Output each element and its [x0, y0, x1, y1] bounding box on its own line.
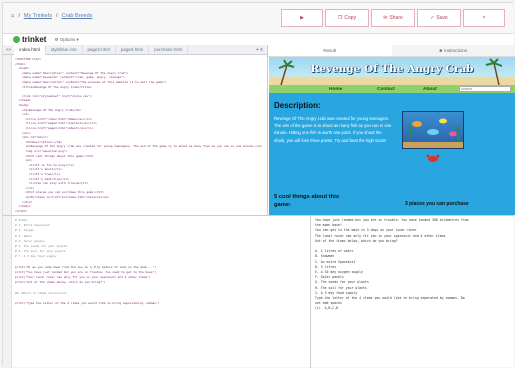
aquarium-game-picture — [403, 118, 463, 148]
save-label: Save — [436, 15, 448, 21]
aquarium-image — [402, 111, 464, 149]
python-code-line: # 5- The seeds for your plants — [15, 244, 68, 248]
description-text: Revenge Of The Angry crab was created fo… — [274, 116, 392, 143]
purchase-heading: 3 places you can purchase — [405, 201, 469, 207]
nav-home[interactable]: Home — [329, 87, 342, 92]
options-menu[interactable]: ⚙ Options ▾ — [54, 37, 78, 43]
cool-things-heading: 5 cool things about this game: — [274, 194, 340, 208]
python-code-line: # 2- Oxygen — [15, 228, 35, 233]
trinket-logo-icon — [13, 36, 20, 43]
python-code-line: print("Type the letter of the 4 items yo… — [15, 301, 160, 306]
python-code-line: # 4- Solar panels — [15, 238, 45, 243]
breadcrumb-separator: / — [18, 13, 20, 19]
breadcrumb-separator: / — [55, 13, 58, 19]
python-code-line: # Items — [15, 218, 28, 222]
website-preview: Revenge Of The Angry Crab Home Contact A… — [269, 57, 515, 215]
gear-icon: ⚙ — [54, 36, 59, 42]
console-output[interactable]: You have just landed but you are in trou… — [310, 216, 514, 368]
instructions-tab-label: Instructions — [444, 48, 468, 53]
result-pane: Result ■ Instructions Revenge Of The Angr… — [267, 45, 515, 215]
code-editor[interactable]: <!DOCTYPE html> <html> <head> <meta name=… — [3, 55, 267, 215]
breadcrumb-current[interactable]: Crab Breeds — [62, 13, 93, 19]
python-code-line: # 7- A 3 day food supply — [15, 254, 57, 259]
run-button[interactable]: ▶ — [281, 9, 323, 27]
tab-styleblue-css[interactable]: styleblue.css — [46, 44, 83, 55]
share-button[interactable]: ✉ Share — [371, 9, 415, 27]
python-code-line: print("You have just landed but you are … — [15, 270, 156, 274]
tab-page2-html[interactable]: page2.html — [83, 44, 116, 55]
site-banner: Revenge Of The Angry Crab — [269, 57, 515, 85]
nav-about[interactable]: About — [423, 87, 437, 92]
console-area: # Items # 1- Extra Spacesuit # 2- Oxygen # … — [3, 215, 514, 368]
home-icon[interactable]: ⌂ — [11, 13, 14, 19]
tab-result[interactable]: Result — [268, 45, 392, 56]
copy-button[interactable]: ❐ Copy — [325, 9, 369, 27]
tab-page3-html[interactable]: page3.html — [116, 44, 150, 55]
editor-pane: <> index.html styleblue.css page2.html p… — [3, 44, 267, 215]
code-line: <title>Revenge Of The Angry Crab</title> — [15, 84, 92, 89]
line-gutter — [3, 216, 12, 368]
python-code-editor[interactable]: # Items # 1- Extra Spacesuit # 2- Oxygen # … — [3, 216, 310, 368]
app-window: ⌂ / My Trinkets / Crab Breeds ▶ ❐ Copy ✉ S… — [2, 2, 515, 368]
breadcrumb: ⌂ / My Trinkets / Crab Breeds — [11, 13, 92, 19]
info-icon: ■ — [439, 48, 443, 53]
python-code-line: # 6- The soil for your plants — [15, 249, 66, 254]
tab-purchase-html[interactable]: purchase.html — [149, 44, 189, 55]
site-title: Revenge Of The Angry Crab — [310, 63, 474, 75]
copy-label: Copy — [344, 15, 357, 21]
breadcrumb-folder[interactable]: My Trinkets — [24, 13, 52, 19]
python-code-line: # 1- Extra Spacesuit — [15, 223, 50, 228]
description-heading: Description: — [274, 101, 321, 110]
line-gutter — [3, 55, 12, 215]
code-line: </html> — [15, 208, 28, 213]
python-code-line: print("Out of the items below, which do … — [15, 280, 106, 285]
result-tab-label: Result — [323, 48, 337, 53]
console-output-line: (i) A,B,C,D — [315, 306, 339, 311]
copy-icon: ❐ — [337, 15, 343, 21]
site-nav: Home Contact About search — [269, 85, 515, 93]
play-icon: ▶ — [300, 15, 304, 21]
file-tabs: <> index.html styleblue.css page2.html p… — [3, 44, 267, 55]
save-icon: ✓ — [430, 15, 435, 21]
trinket-logo: trinket — [13, 35, 46, 44]
top-bar: ⌂ / My Trinkets / Crab Breeds ▶ ❐ Copy ✉ S… — [3, 3, 514, 34]
tab-index-html[interactable]: index.html — [14, 44, 46, 55]
share-icon: ✉ — [383, 15, 388, 21]
console-output-line: Out of the items below, which do you bri… — [315, 238, 398, 243]
trinket-logo-text: trinket — [22, 35, 47, 44]
result-tabs: Result ■ Instructions — [268, 45, 515, 57]
options-label: Options — [59, 36, 76, 42]
python-code-line: print("Hi as you come down from the sky … — [15, 264, 156, 269]
trinket-bar: trinket ⚙ Options ▾ — [3, 34, 514, 45]
share-label: Share — [389, 15, 403, 21]
python-code-line: ## (Which is items_collection) — [15, 290, 68, 295]
crab-icon — [426, 154, 440, 162]
save-button[interactable]: ✓ Save — [417, 9, 461, 27]
add-file-menu-icon[interactable]: + ≡ — [256, 47, 267, 53]
python-code-line: print("Your lunar rover can only fit you… — [15, 275, 151, 280]
tab-nav-arrows[interactable]: <> — [3, 47, 14, 52]
python-code-line: # 3- Water — [15, 233, 33, 238]
nav-contact[interactable]: Contact — [377, 87, 395, 92]
close-icon: × — [482, 15, 486, 21]
site-search-input[interactable]: search — [459, 86, 511, 92]
close-button[interactable]: × — [463, 9, 505, 27]
tab-instructions[interactable]: ■ Instructions — [392, 45, 515, 56]
